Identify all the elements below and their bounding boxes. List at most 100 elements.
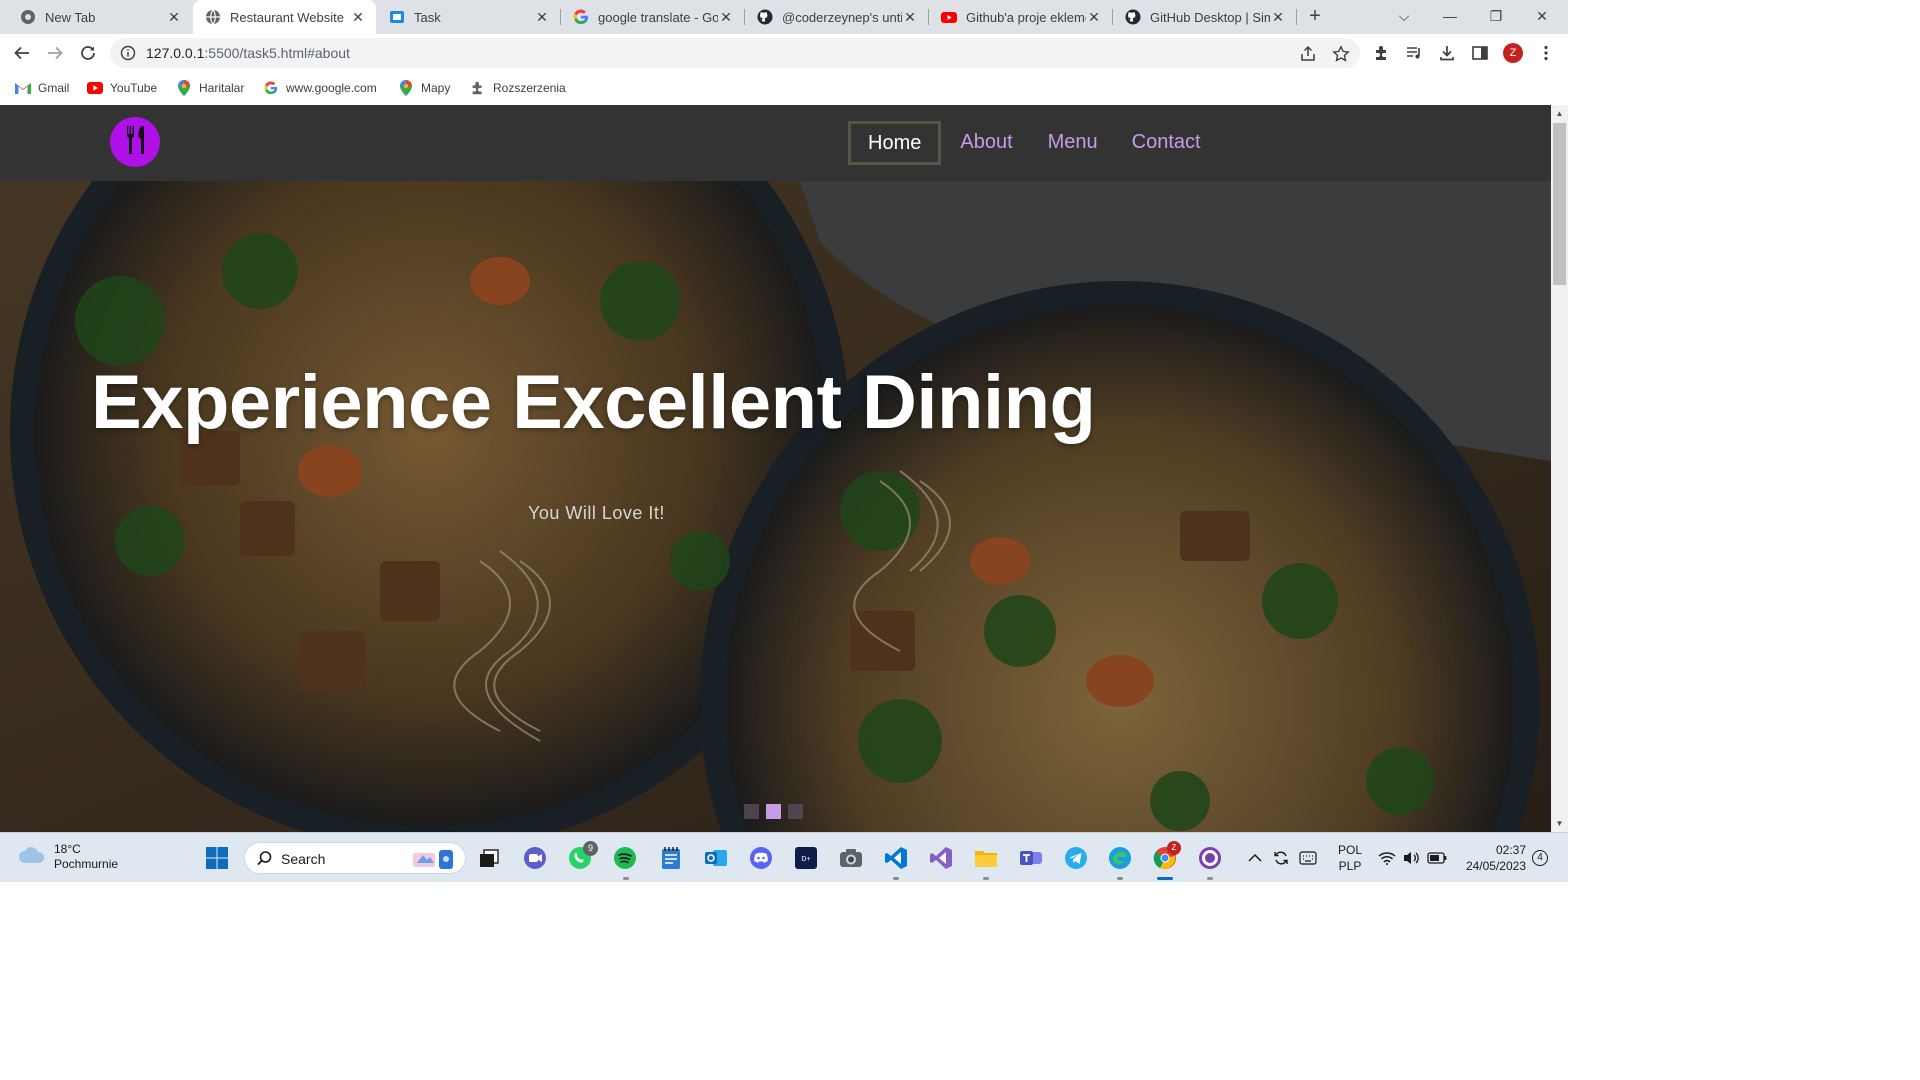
restore-button[interactable]: ❐ xyxy=(1473,0,1519,34)
bookmark-gmail[interactable]: Gmail xyxy=(15,79,69,97)
media-queue-icon[interactable] xyxy=(1405,44,1423,62)
clock[interactable]: 02:37 24/05/2023 xyxy=(1456,842,1526,874)
volume-icon[interactable] xyxy=(1400,845,1422,871)
chrome-icon xyxy=(20,9,36,25)
keyboard-layout: PLP xyxy=(1338,859,1362,873)
visual-studio-icon[interactable] xyxy=(928,845,954,871)
bookmark-rozszerzenia[interactable]: Rozszerzenia xyxy=(470,79,566,97)
new-tab-button[interactable]: + xyxy=(1303,5,1327,29)
spotify-icon[interactable] xyxy=(612,845,638,871)
close-icon[interactable]: ✕ xyxy=(350,9,366,25)
tab-separator xyxy=(928,9,929,25)
hero-subtitle: You Will Love It! xyxy=(528,503,665,523)
info-icon[interactable] xyxy=(120,45,136,61)
bookmark-youtube[interactable]: YouTube xyxy=(87,79,157,97)
tab-title: Task xyxy=(414,9,441,25)
whatsapp-badge: 9 xyxy=(583,841,598,856)
tab-separator xyxy=(1112,9,1113,25)
notification-count-badge[interactable]: 4 xyxy=(1532,850,1548,866)
file-explorer-icon[interactable] xyxy=(973,845,999,871)
weather-widget[interactable]: 18°C Pochmurnie xyxy=(18,842,118,872)
teams-icon[interactable] xyxy=(1018,845,1044,871)
tab-github-desktop[interactable]: GitHub Desktop | Simp ✕ xyxy=(1113,0,1296,34)
telegram-icon[interactable] xyxy=(1063,845,1089,871)
windows-taskbar: 18°C Pochmurnie Search 9 D+ Z POL PLP 02… xyxy=(0,832,1568,882)
wifi-icon[interactable] xyxy=(1376,845,1398,871)
close-icon[interactable]: ✕ xyxy=(1086,9,1102,25)
puzzle-icon xyxy=(470,80,486,96)
keyboard-icon[interactable] xyxy=(1297,845,1319,871)
more-menu-icon[interactable] xyxy=(1537,44,1555,62)
outlook-icon[interactable] xyxy=(703,845,729,871)
tab-restaurant-website[interactable]: Restaurant Website ✕ xyxy=(193,0,376,34)
restaurant-logo[interactable] xyxy=(110,117,160,167)
bookmark-google[interactable]: www.google.com xyxy=(263,79,377,97)
tab-separator xyxy=(560,9,561,25)
tab-title: Restaurant Website xyxy=(230,9,344,25)
chevron-up-icon[interactable] xyxy=(1245,845,1265,871)
nav-about[interactable]: About xyxy=(948,121,1024,165)
back-arrow-icon[interactable] xyxy=(10,41,34,65)
bookmark-haritalar[interactable]: Haritalar xyxy=(176,79,244,97)
tab-task[interactable]: Task ✕ xyxy=(377,0,560,34)
sync-icon[interactable] xyxy=(1270,845,1292,871)
profile-avatar[interactable]: Z xyxy=(1503,43,1523,63)
discord-icon[interactable] xyxy=(748,845,774,871)
tab-github-untitled[interactable]: @coderzeynep's untitl ✕ xyxy=(745,0,928,34)
forward-arrow-icon[interactable] xyxy=(43,41,67,65)
nav-home[interactable]: Home xyxy=(848,121,942,165)
carousel-indicator-1[interactable] xyxy=(744,804,759,819)
tab-google-translate[interactable]: google translate - Goo ✕ xyxy=(561,0,744,34)
tab-separator xyxy=(1296,9,1297,25)
address-bar[interactable]: 127.0.0.1:5500/task5.html#about xyxy=(110,38,1360,68)
chrome-profile-badge: Z xyxy=(1167,841,1181,855)
bookmark-mapy[interactable]: Mapy xyxy=(398,79,450,97)
nav-contact[interactable]: Contact xyxy=(1120,121,1213,165)
minimize-button[interactable]: — xyxy=(1427,0,1473,34)
taskbar-search-box[interactable]: Search xyxy=(244,842,466,874)
tab-strip: New Tab ✕ Restaurant Website ✕ Task ✕ go… xyxy=(0,0,1568,34)
close-icon[interactable]: ✕ xyxy=(1270,9,1286,25)
page-scrollbar[interactable]: ▲ ▼ xyxy=(1551,105,1568,832)
close-icon[interactable]: ✕ xyxy=(166,9,182,25)
close-icon[interactable]: ✕ xyxy=(718,9,734,25)
reload-icon[interactable] xyxy=(76,41,100,65)
bookmark-label: YouTube xyxy=(110,81,158,95)
tab-search-chevron-icon[interactable]: ⌵ xyxy=(1381,0,1427,34)
edge-icon[interactable] xyxy=(1107,845,1133,871)
scroll-up-arrow-icon[interactable]: ▲ xyxy=(1551,105,1568,122)
bookmarks-bar: Gmail YouTube Haritalar www.google.com M… xyxy=(0,72,1568,105)
tab-new-tab[interactable]: New Tab ✕ xyxy=(8,0,192,34)
close-icon[interactable]: ✕ xyxy=(902,9,918,25)
bookmark-label: Rozszerzenia xyxy=(493,81,566,95)
camera-icon[interactable] xyxy=(838,845,864,871)
vscode-icon[interactable] xyxy=(883,845,909,871)
windows-start-icon[interactable] xyxy=(204,845,230,871)
running-indicator xyxy=(623,877,629,880)
site-navbar: Home About Menu Contact xyxy=(0,105,1551,181)
close-window-button[interactable]: ✕ xyxy=(1519,0,1565,34)
battery-icon[interactable] xyxy=(1426,845,1448,871)
download-icon[interactable] xyxy=(1438,44,1456,62)
teams-chat-icon[interactable] xyxy=(522,845,548,871)
share-icon[interactable] xyxy=(1299,45,1317,63)
disney-plus-icon[interactable]: D+ xyxy=(793,845,819,871)
notepad-icon[interactable] xyxy=(658,845,684,871)
close-icon[interactable]: ✕ xyxy=(534,9,550,25)
scroll-down-arrow-icon[interactable]: ▼ xyxy=(1551,815,1568,832)
youtube-icon xyxy=(87,80,103,96)
language-code: POL xyxy=(1337,843,1362,857)
globe-icon xyxy=(205,9,221,25)
star-icon[interactable] xyxy=(1332,45,1350,63)
side-panel-icon[interactable] xyxy=(1471,44,1489,62)
carousel-indicator-2[interactable] xyxy=(766,804,781,819)
nav-menu[interactable]: Menu xyxy=(1036,121,1110,165)
github-desktop-icon[interactable] xyxy=(1197,845,1223,871)
extensions-puzzle-icon[interactable] xyxy=(1373,44,1391,62)
scrollbar-thumb[interactable] xyxy=(1553,123,1566,285)
input-language[interactable]: POL PLP xyxy=(1333,842,1367,874)
tab-youtube-github[interactable]: Github'a proje ekleme ✕ xyxy=(929,0,1112,34)
search-icon xyxy=(256,850,273,872)
task-view-icon[interactable] xyxy=(476,845,502,871)
carousel-indicator-3[interactable] xyxy=(788,804,803,819)
